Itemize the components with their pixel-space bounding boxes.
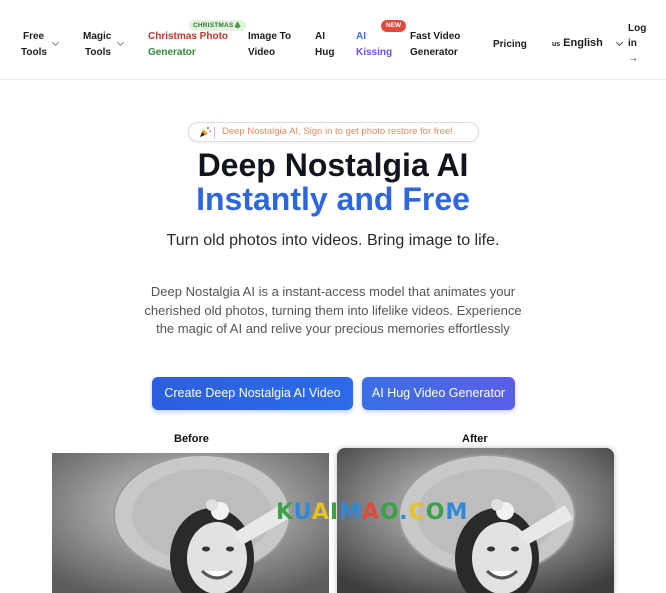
nav-ai-hug[interactable]: AI Hug bbox=[315, 29, 334, 61]
party-popper-icon bbox=[200, 127, 211, 137]
watermark-letter: I bbox=[329, 500, 340, 525]
nav-fast-video-line2: Generator bbox=[410, 47, 458, 58]
nav-ai-kissing[interactable]: AI Kissing bbox=[356, 29, 392, 61]
watermark-letter: A bbox=[361, 500, 381, 525]
nav-image-to-video-line1: Image To bbox=[248, 31, 292, 42]
chevron-down-icon bbox=[615, 38, 624, 47]
nav-pricing[interactable]: Pricing bbox=[493, 37, 527, 53]
watermark-letter: A bbox=[311, 500, 330, 525]
hero-subtitle: Turn old photos into videos. Bring image… bbox=[166, 232, 500, 249]
hero-description: Deep Nostalgia AI is a instant-access mo… bbox=[144, 284, 522, 336]
nav-login-line1: Log bbox=[628, 23, 647, 34]
announcement-pill[interactable]: Deep Nostalgia AI, Sign in to get photo … bbox=[188, 122, 479, 142]
nav-ai-kissing-line1: AI bbox=[356, 31, 366, 42]
nav-fast-video-line1: Fast Video bbox=[410, 31, 461, 42]
watermark-letter: M bbox=[445, 500, 469, 525]
before-label: Before bbox=[174, 433, 209, 445]
nav-image-to-video[interactable]: Image To Video bbox=[248, 29, 291, 61]
us-flag-icon: us bbox=[552, 41, 561, 48]
watermark-text: KUAIMAO.COM bbox=[276, 500, 468, 525]
nav-christmas-photo-generator[interactable]: Christmas Photo Generator bbox=[148, 29, 228, 61]
watermark-letter: . bbox=[399, 500, 409, 525]
nav-free-tools-line1: Free bbox=[23, 31, 45, 42]
nav-christmas-line1: Christmas Photo bbox=[148, 31, 229, 42]
nav-ai-hug-line1: AI bbox=[315, 31, 325, 42]
nav-free-tools[interactable]: Free Tools bbox=[21, 29, 60, 61]
nav-ai-kissing-line2: Kissing bbox=[356, 47, 393, 58]
language-label: English bbox=[563, 37, 603, 49]
chevron-down-icon bbox=[51, 38, 60, 47]
nav-christmas-line2: Generator bbox=[148, 47, 196, 58]
ai-hug-generator-button[interactable]: AI Hug Video Generator bbox=[362, 377, 515, 410]
create-video-button[interactable]: Create Deep Nostalgia AI Video bbox=[152, 377, 353, 410]
nav-free-tools-line2: Tools bbox=[21, 47, 47, 58]
watermark: KUAIMAO.COM bbox=[276, 500, 468, 525]
after-label: After bbox=[462, 433, 488, 445]
top-navigation: Free Tools Magic Tools CHRISTMAS🎄 Christ… bbox=[0, 0, 666, 80]
chevron-down-icon bbox=[116, 38, 125, 47]
watermark-letter: U bbox=[293, 500, 312, 525]
nav-ai-hug-line2: Hug bbox=[315, 47, 335, 58]
nav-fast-video-generator[interactable]: Fast Video Generator bbox=[410, 29, 460, 61]
language-selector[interactable]: us English bbox=[552, 37, 603, 49]
nav-image-to-video-line2: Video bbox=[248, 47, 276, 58]
nav-magic-tools-line2: Tools bbox=[85, 47, 111, 58]
watermark-letter: K bbox=[276, 500, 294, 525]
watermark-letter: M bbox=[339, 500, 362, 525]
pill-divider bbox=[214, 127, 215, 138]
nav-login-line2: in bbox=[628, 38, 637, 49]
nav-magic-tools[interactable]: Magic Tools bbox=[83, 29, 125, 61]
nav-magic-tools-line1: Magic bbox=[83, 31, 112, 42]
nav-login[interactable]: Log in → bbox=[628, 21, 646, 66]
page-title-highlight: Instantly and Free bbox=[196, 181, 470, 217]
watermark-letter: C bbox=[408, 500, 426, 525]
arrow-right-icon: → bbox=[628, 53, 638, 64]
announcement-text: Deep Nostalgia AI, Sign in to get photo … bbox=[222, 126, 453, 137]
watermark-letter: O bbox=[425, 500, 446, 525]
watermark-letter: O bbox=[380, 500, 400, 525]
page-title: Deep Nostalgia AI bbox=[197, 147, 469, 183]
